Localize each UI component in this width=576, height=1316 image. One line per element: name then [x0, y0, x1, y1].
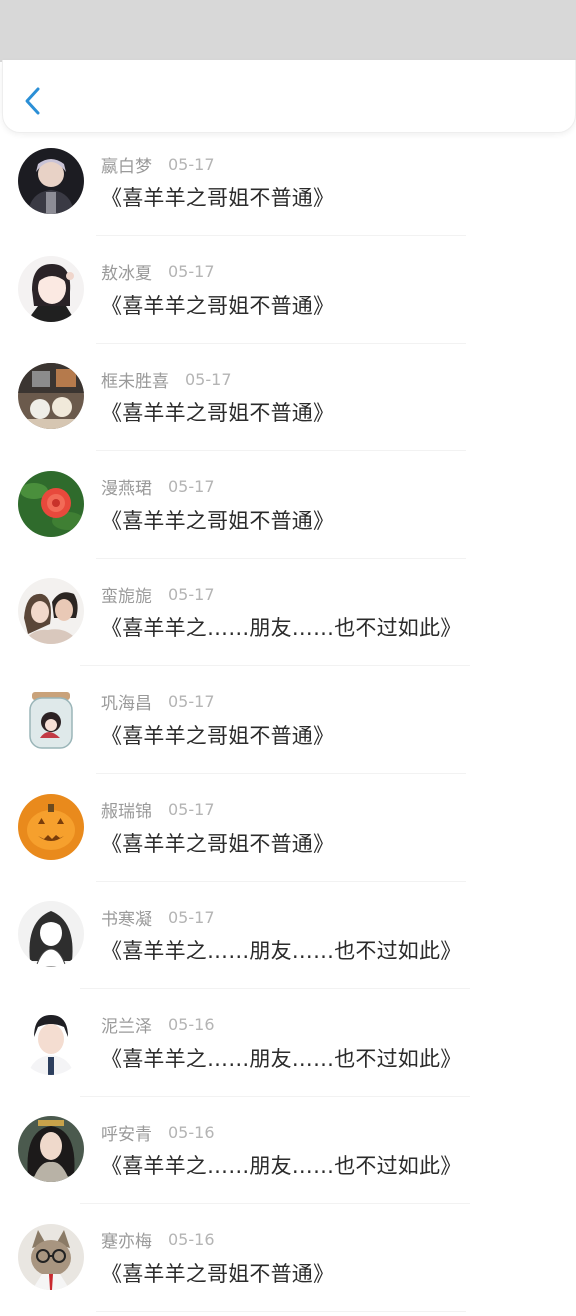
divider [96, 772, 466, 774]
comment-item[interactable]: 敖冰夏 05-17 《喜羊羊之哥姐不普通》 [0, 240, 576, 348]
comment-date: 05-17 [185, 369, 232, 389]
comment-date: 05-17 [168, 907, 215, 927]
comment-item[interactable]: 框未胜喜 05-17 《喜羊羊之哥姐不普通》 [0, 347, 576, 455]
comment-date: 05-17 [168, 477, 215, 497]
commenter-name[interactable]: 赧瑞锦 [101, 797, 152, 822]
commenter-name[interactable]: 巩海昌 [101, 689, 152, 714]
commenter-name[interactable]: 嬴白梦 [101, 152, 152, 177]
avatar[interactable] [18, 255, 84, 322]
commenter-name[interactable]: 蹇亦梅 [101, 1227, 152, 1252]
chevron-left-icon [25, 87, 40, 115]
comment-text: 《喜羊羊之哥姐不普通》 [101, 723, 335, 748]
comment-item[interactable]: 嬴白梦 05-17 《喜羊羊之哥姐不普通》 [0, 132, 576, 240]
divider [96, 1310, 466, 1312]
comment-date: 05-16 [168, 1230, 215, 1250]
avatar[interactable] [18, 578, 84, 645]
commenter-name[interactable]: 泥兰泽 [101, 1012, 152, 1037]
divider [80, 988, 470, 990]
divider [96, 450, 466, 452]
avatar[interactable] [18, 901, 84, 968]
comment-text: 《喜羊羊之哥姐不普通》 [101, 293, 335, 318]
avatar[interactable] [18, 793, 84, 860]
divider [96, 880, 466, 882]
comment-item[interactable]: 书寒凝 05-17 《喜羊羊之……朋友……也不过如此》 [0, 885, 576, 993]
back-button[interactable] [17, 84, 49, 118]
comment-date: 05-17 [168, 692, 215, 712]
comment-date: 05-17 [168, 262, 215, 282]
comment-item[interactable]: 呼安青 05-16 《喜羊羊之……朋友……也不过如此》 [0, 1100, 576, 1208]
comment-text: 《喜羊羊之……朋友……也不过如此》 [101, 1154, 462, 1179]
avatar[interactable] [18, 148, 84, 214]
comment-list: 嬴白梦 05-17 《喜羊羊之哥姐不普通》 敖冰夏 05-17 《喜羊羊之哥姐不… [0, 132, 576, 1316]
comment-text: 《喜羊羊之哥姐不普通》 [101, 1261, 335, 1286]
comment-text: 《喜羊羊之哥姐不普通》 [101, 401, 335, 426]
comment-date: 05-16 [168, 1122, 215, 1142]
comment-item[interactable]: 蹇亦梅 05-16 《喜羊羊之哥姐不普通》 [0, 1208, 576, 1316]
comment-date: 05-16 [168, 1015, 215, 1035]
divider [80, 1203, 470, 1205]
comment-text: 《喜羊羊之哥姐不普通》 [101, 831, 335, 856]
commenter-name[interactable]: 敖冰夏 [101, 259, 152, 284]
commenter-name[interactable]: 漫燕珺 [101, 474, 152, 499]
avatar[interactable] [18, 363, 84, 430]
divider [80, 1095, 470, 1097]
divider [80, 665, 470, 667]
avatar[interactable] [18, 1008, 84, 1075]
comment-item[interactable]: 巩海昌 05-17 《喜羊羊之哥姐不普通》 [0, 670, 576, 778]
avatar[interactable] [18, 1116, 84, 1183]
comment-text: 《喜羊羊之……朋友……也不过如此》 [101, 1046, 462, 1071]
comment-date: 05-17 [168, 584, 215, 604]
top-bar [2, 60, 576, 133]
commenter-name[interactable]: 呼安青 [101, 1120, 152, 1145]
comment-item[interactable]: 泥兰泽 05-16 《喜羊羊之……朋友……也不过如此》 [0, 993, 576, 1101]
comment-item[interactable]: 漫燕珺 05-17 《喜羊羊之哥姐不普通》 [0, 455, 576, 563]
avatar[interactable] [18, 470, 84, 537]
comment-date: 05-17 [168, 154, 215, 174]
status-bar [0, 0, 576, 62]
comment-text: 《喜羊羊之……朋友……也不过如此》 [101, 616, 462, 641]
divider [96, 342, 466, 344]
avatar[interactable] [18, 685, 84, 752]
comment-text: 《喜羊羊之……朋友……也不过如此》 [101, 939, 462, 964]
commenter-name[interactable]: 书寒凝 [101, 905, 152, 930]
commenter-name[interactable]: 蛮旎旎 [101, 582, 152, 607]
comment-date: 05-17 [168, 800, 215, 820]
commenter-name[interactable]: 框未胜喜 [101, 367, 169, 392]
comment-text: 《喜羊羊之哥姐不普通》 [101, 508, 335, 533]
divider [96, 557, 466, 559]
avatar[interactable] [18, 1223, 84, 1290]
comment-item[interactable]: 蛮旎旎 05-17 《喜羊羊之……朋友……也不过如此》 [0, 562, 576, 670]
comment-text: 《喜羊羊之哥姐不普通》 [101, 186, 335, 210]
comment-item[interactable]: 赧瑞锦 05-17 《喜羊羊之哥姐不普通》 [0, 778, 576, 886]
divider [96, 235, 466, 236]
